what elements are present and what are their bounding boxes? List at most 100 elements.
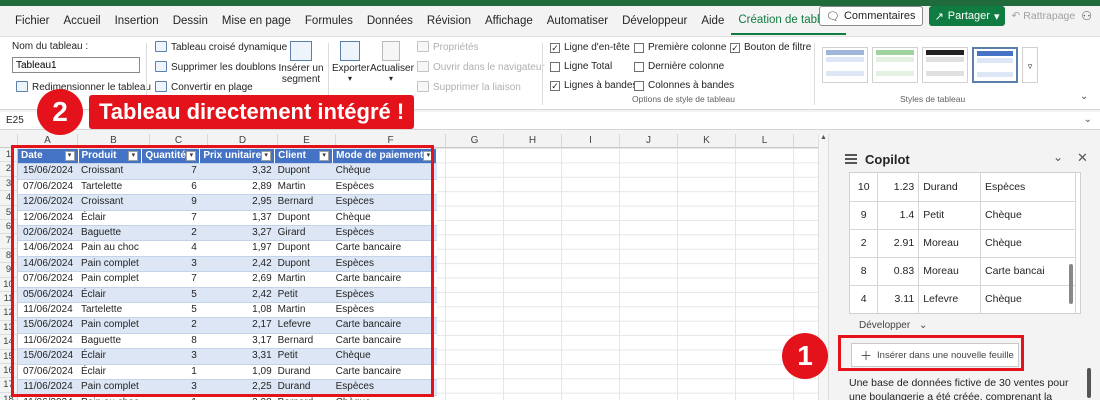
slicer-icon xyxy=(290,41,312,61)
properties-button[interactable]: Propriétés xyxy=(417,41,479,53)
ribbon-tab-0[interactable]: Fichier xyxy=(8,6,57,36)
column-header[interactable]: G xyxy=(446,134,504,148)
browser-icon xyxy=(417,61,429,72)
table-style-thumb-3[interactable] xyxy=(922,47,968,83)
banded-rows-checkbox[interactable]: ✓ Lignes à bandes xyxy=(550,80,637,91)
filter-button-checkbox[interactable]: ✓ Bouton de filtre xyxy=(730,42,811,53)
close-icon[interactable]: ✕ xyxy=(1077,150,1088,166)
scroll-up-icon[interactable]: ▲ xyxy=(819,134,828,141)
chevron-down-icon: ▾ xyxy=(388,74,393,83)
copilot-table-row: 10 1.23 Durand Espèces xyxy=(850,173,1076,202)
ribbon-tab-7[interactable]: Révision xyxy=(420,6,478,36)
refresh-button[interactable]: Actualiser ▾ xyxy=(370,41,414,83)
column-header[interactable]: H xyxy=(504,134,562,148)
table-name-input[interactable] xyxy=(12,57,140,73)
catchup-button[interactable]: ↶ Rattrapage xyxy=(1011,10,1075,22)
copilot-table-cell: Moreau xyxy=(918,257,982,286)
grid-line xyxy=(503,148,504,400)
copilot-table-cell: 1.23 xyxy=(877,173,920,202)
copilot-table-cell: 2 xyxy=(850,229,879,258)
export-button[interactable]: Exporter ▾ xyxy=(332,41,370,83)
catchup-icon: ↶ xyxy=(1011,10,1021,22)
step-2-label: Tableau directement intégré ! xyxy=(89,95,415,129)
copilot-table-cell: Carte bancai xyxy=(980,257,1076,286)
grid-line xyxy=(561,148,562,400)
expand-button[interactable]: Développer ⌄ xyxy=(859,320,927,331)
chevron-down-icon: ⌄ xyxy=(918,320,928,331)
table-style-thumb-1[interactable] xyxy=(822,47,868,83)
checkbox-checked-icon: ✓ xyxy=(730,42,740,53)
menu-icon[interactable] xyxy=(845,154,857,164)
unlink-button[interactable]: Supprimer la liaison xyxy=(417,81,521,93)
properties-icon xyxy=(417,41,429,52)
excel-window: Fichier Accueil Insertion Dessin Mise en pag… xyxy=(0,0,1100,400)
menu-right-actions: 🗨 Commentaires ↗ Partager ▾ ↶ Rattrapage… xyxy=(819,6,1092,26)
copilot-table-cell: Chèque xyxy=(980,201,1076,230)
ribbon-tab-2[interactable]: Insertion xyxy=(108,6,166,36)
annotation-step-2: 2 Tableau directement intégré ! xyxy=(37,89,415,135)
comments-button[interactable]: 🗨 Commentaires xyxy=(819,6,923,26)
copilot-table-cell: Chèque xyxy=(980,229,1076,258)
checkbox-empty-icon xyxy=(634,42,644,53)
column-header[interactable]: J xyxy=(620,134,678,148)
share-button[interactable]: ↗ Partager ▾ xyxy=(928,6,1006,26)
copilot-table-row: 2 2.91 Moreau Chèque xyxy=(850,229,1076,258)
chevron-down-icon: ▾ xyxy=(993,10,1000,23)
copilot-table-row: 4 3.11 Lefevre Chèque xyxy=(850,285,1076,313)
copilot-table-cell: 10 xyxy=(850,173,879,202)
copilot-table-cell: 4 xyxy=(850,285,879,313)
refresh-icon xyxy=(382,41,400,61)
copilot-table-cell: Petit xyxy=(918,201,982,230)
insert-button-highlight-frame xyxy=(838,335,1024,371)
banded-columns-checkbox[interactable]: Colonnes à bandes xyxy=(634,80,734,91)
copilot-table-cell: 3.11 xyxy=(877,285,920,313)
column-header[interactable]: L xyxy=(736,134,794,148)
pivot-table-button[interactable]: Tableau croisé dynamique xyxy=(155,41,287,53)
pivot-icon xyxy=(155,41,167,52)
grid-line xyxy=(619,148,620,400)
copilot-table-scrollbar[interactable] xyxy=(1069,264,1073,304)
table-style-thumb-2[interactable] xyxy=(872,47,918,83)
coauthor-icon[interactable]: ⚇ xyxy=(1081,9,1092,23)
header-row-checkbox[interactable]: ✓ Ligne d'en-tête xyxy=(550,42,630,53)
ribbon-tab-1[interactable]: Accueil xyxy=(57,6,108,36)
name-box[interactable]: E25 xyxy=(6,115,24,126)
share-icon: ↗ xyxy=(934,10,944,23)
comment-icon: 🗨 xyxy=(826,10,840,23)
table-style-thumb-selected[interactable] xyxy=(972,47,1018,83)
styles-gallery-more-icon[interactable]: ▿ xyxy=(1022,47,1038,83)
column-header[interactable]: K xyxy=(678,134,736,148)
remove-duplicates-button[interactable]: Supprimer les doublons xyxy=(155,61,276,73)
copilot-scrollbar[interactable] xyxy=(1087,368,1091,398)
checkbox-empty-icon xyxy=(634,80,644,91)
grid-line xyxy=(677,148,678,400)
column-header[interactable]: I xyxy=(562,134,620,148)
ribbon-tab-6[interactable]: Données xyxy=(360,6,420,36)
ribbon-tab-11[interactable]: Aide xyxy=(694,6,731,36)
copilot-table-cell: 9 xyxy=(850,201,879,230)
checkbox-empty-icon xyxy=(634,61,644,72)
last-column-checkbox[interactable]: Dernière colonne xyxy=(634,61,724,72)
expand-formula-icon[interactable]: ⌄ xyxy=(1084,114,1092,125)
ribbon-tab-10[interactable]: Développeur xyxy=(615,6,694,36)
ribbon-tab-5[interactable]: Formules xyxy=(298,6,360,36)
chevron-down-icon[interactable]: ⌄ xyxy=(1053,150,1063,164)
copilot-table-cell: Lefevre xyxy=(918,285,982,313)
ribbon-tab-3[interactable]: Dessin xyxy=(166,6,215,36)
copilot-table-row: 9 1.4 Petit Chèque xyxy=(850,201,1076,230)
first-column-checkbox[interactable]: Première colonne xyxy=(634,42,726,53)
ribbon-tab-8[interactable]: Affichage xyxy=(478,6,540,36)
table-styles-group-label: Styles de tableau xyxy=(900,94,966,104)
total-row-checkbox[interactable]: Ligne Total xyxy=(550,61,612,72)
copilot-table-preview: 10 1.23 Durand Espèces 9 1.4 Petit Chèque 2 2.91 M… xyxy=(849,172,1081,314)
copilot-table-cell: Moreau xyxy=(918,229,982,258)
checkbox-checked-icon: ✓ xyxy=(550,80,560,91)
export-icon xyxy=(340,41,360,61)
copilot-table-row: 8 0.83 Moreau Carte bancai xyxy=(850,257,1076,286)
open-browser-button[interactable]: Ouvrir dans le navigateur xyxy=(417,61,545,73)
ribbon-tab-4[interactable]: Mise en page xyxy=(215,6,298,36)
ribbon-tab-9[interactable]: Automatiser xyxy=(540,6,615,36)
style-options-group-label: Options de style de tableau xyxy=(632,94,736,104)
collapse-ribbon-icon[interactable]: ⌄ xyxy=(1080,91,1088,102)
copilot-table-cell: Durand xyxy=(918,173,982,202)
